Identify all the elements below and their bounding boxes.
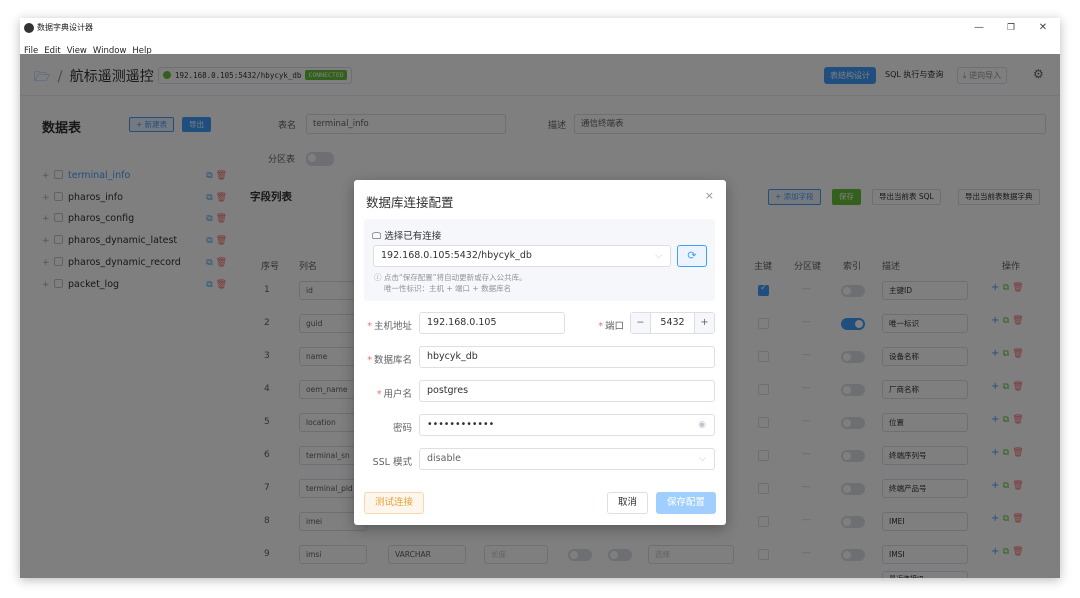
chevron-down-icon: ⌵: [655, 251, 662, 261]
existing-connection-header: 🖵 选择已有连接: [372, 228, 441, 242]
app-icon: [24, 23, 34, 33]
ssl-value: disable: [427, 453, 461, 464]
port-value: 5432: [660, 317, 685, 328]
password-label: 密码: [392, 423, 412, 434]
port-label: * 端口: [598, 321, 624, 332]
chevron-down-icon: ⌵: [699, 454, 706, 464]
existing-connection-label: 选择已有连接: [384, 231, 442, 242]
app-content: 🗁 / 航标遥测遥控 192.168.0.105:5432/hbycyk_dbC…: [20, 54, 1060, 578]
existing-connection-value: 192.168.0.105:5432/hbycyk_db: [381, 250, 532, 261]
password-value: ••••••••••••: [427, 419, 495, 430]
database-label: * 数据库名: [367, 355, 412, 366]
port-stepper[interactable]: − 5432 +: [630, 312, 715, 334]
info-icon: ⓘ: [374, 273, 382, 282]
db-connection-dialog: 数据库连接配置 × 🖵 选择已有连接 192.168.0.105:5432/hb…: [354, 180, 726, 525]
title-bar: 数据字典设计器 — ❐ ✕: [20, 18, 1060, 38]
hint-line-2: 唯一性标识：主机 + 端口 + 数据库名: [384, 284, 512, 293]
connection-hint: ⓘ 点击“保存配置”将自动更新或存入公共库。 唯一性标识：主机 + 端口 + 数…: [374, 272, 527, 294]
close-icon[interactable]: ×: [705, 189, 714, 202]
close-button[interactable]: ✕: [1030, 20, 1056, 36]
maximize-button[interactable]: ❐: [998, 20, 1024, 36]
refresh-icon[interactable]: ⟳: [677, 245, 707, 267]
save-config-button[interactable]: 保存配置: [656, 492, 717, 514]
database-input[interactable]: hbycyk_db: [419, 346, 715, 368]
app-window: 数据字典设计器 — ❐ ✕ FileEditViewWindowHelp 🗁 /…: [20, 18, 1060, 578]
menu-bar: File Edit View Window Help: [20, 38, 1060, 56]
eye-icon[interactable]: ◉: [698, 415, 706, 435]
test-connection-button[interactable]: 测试连接: [364, 492, 425, 514]
username-label: * 用户名: [376, 389, 412, 400]
dialog-title: 数据库连接配置: [366, 195, 454, 210]
password-input[interactable]: •••••••••••• ◉: [419, 414, 715, 436]
minus-icon[interactable]: −: [631, 313, 651, 333]
host-input[interactable]: 192.168.0.105: [419, 312, 565, 334]
username-input[interactable]: postgres: [419, 380, 715, 402]
monitor-icon: 🖵: [372, 231, 382, 242]
cancel-button[interactable]: 取消: [607, 492, 649, 514]
hint-line-1: 点击“保存配置”将自动更新或存入公共库。: [383, 273, 527, 282]
window-title: 数据字典设计器: [37, 23, 93, 32]
host-label: * 主机地址: [367, 321, 412, 332]
existing-connection-select[interactable]: 192.168.0.105:5432/hbycyk_db ⌵: [373, 245, 671, 267]
ssl-label: SSL 模式: [372, 457, 412, 468]
ssl-select[interactable]: disable ⌵: [419, 448, 715, 470]
plus-icon[interactable]: +: [694, 313, 714, 333]
existing-connection-section: 🖵 选择已有连接 192.168.0.105:5432/hbycyk_db ⌵ …: [364, 219, 715, 301]
minimize-button[interactable]: —: [966, 20, 992, 36]
